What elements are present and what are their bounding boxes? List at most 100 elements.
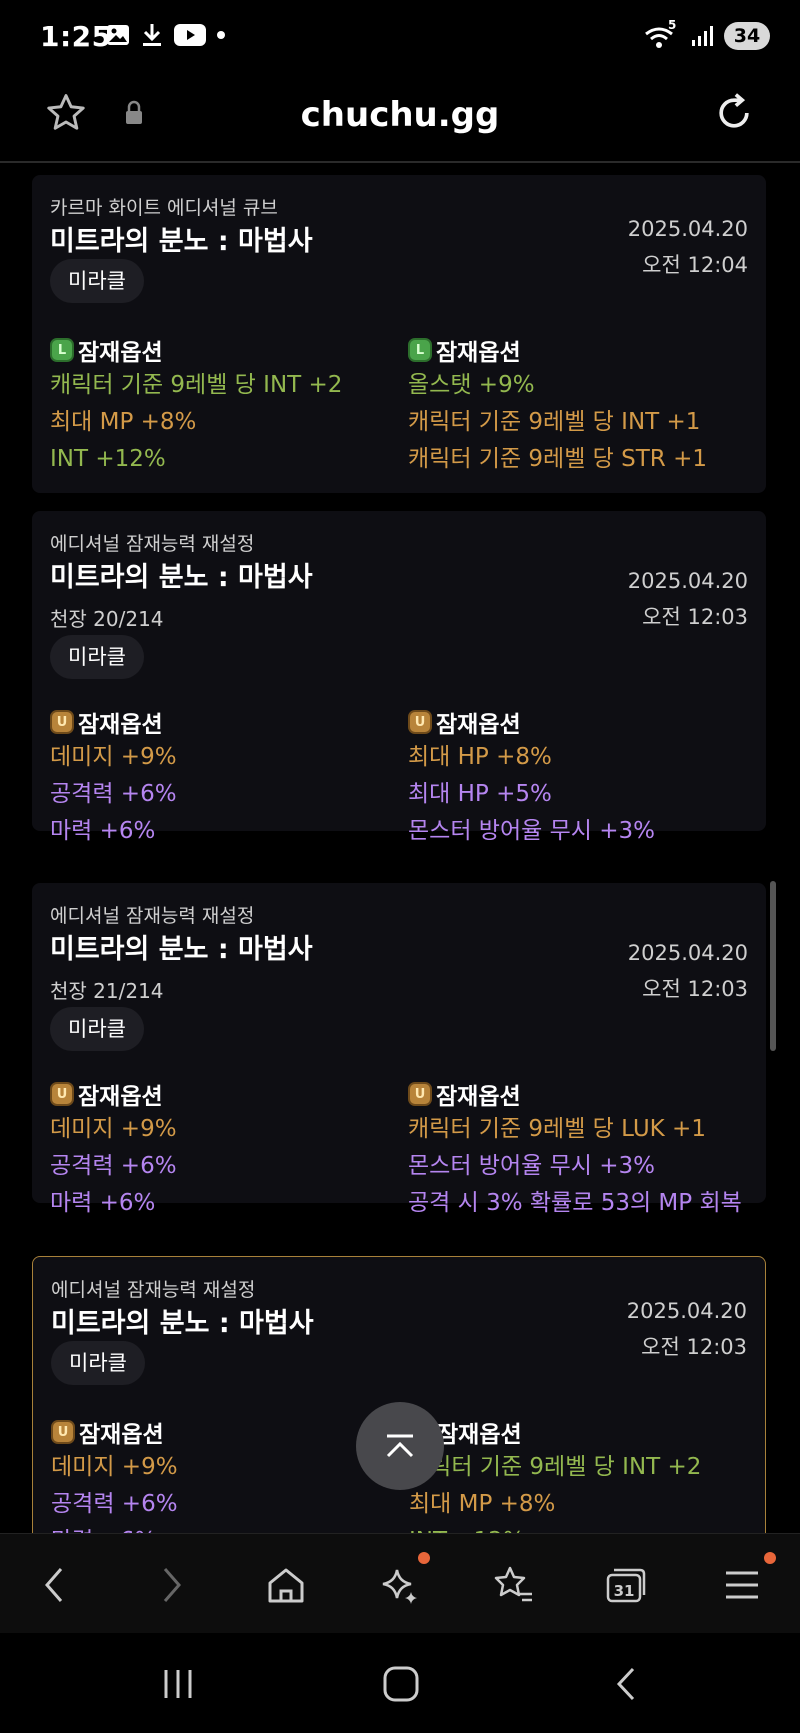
notification-dot (418, 1552, 430, 1564)
more-notifications-dot-icon (217, 31, 225, 39)
back-arrow-icon (616, 1667, 635, 1701)
option-line: 공격력 +6% (50, 781, 177, 807)
option-line: 캐릭터 기준 9레벨 당 LUK +1 (408, 1116, 706, 1142)
option-line: 몬스터 방어율 무시 +3% (408, 1153, 655, 1179)
chevron-left-icon (45, 1568, 63, 1602)
option-header: U잠재옵션 (408, 1077, 738, 1111)
grade-unique-icon: U (50, 1082, 74, 1106)
option-column-left: U잠재옵션 데미지 +9% 공격력 +6% 마력 +6% (50, 705, 380, 850)
card-time: 오전 12:03 (641, 1335, 747, 1359)
card-time: 오전 12:03 (642, 977, 748, 1001)
scroll-to-top-button[interactable] (356, 1402, 444, 1490)
card-datetime: 2025.04.20 오전 12:03 (628, 563, 748, 635)
option-column-left: L 잠재옵션 캐릭터 기준 9레벨 당 INT +2 최대 MP +8% INT … (50, 333, 380, 478)
card-pity: 천장 21/214 (50, 979, 164, 1003)
card-category: 에디셔널 잠재능력 재설정 (51, 1279, 256, 1301)
card-date: 2025.04.20 (627, 941, 748, 965)
option-line: 공격력 +6% (50, 1153, 177, 1179)
option-line: 최대 MP +8% (50, 409, 197, 435)
grade-unique-icon: U (51, 1420, 75, 1444)
option-line: INT +12% (409, 1523, 739, 1533)
assistant-button[interactable] (370, 1552, 430, 1612)
recent-apps-button[interactable] (148, 1659, 208, 1709)
scrollbar[interactable] (770, 881, 776, 1051)
option-line: 올스탯 +9% (408, 372, 535, 398)
card-badge: 미라클 (50, 635, 144, 679)
option-column-right: U잠재옵션 캐릭터 기준 9레벨 당 INT +2 최대 MP +8% INT … (409, 1415, 739, 1533)
chevron-right-icon (163, 1568, 181, 1602)
history-card[interactable]: 카르마 화이트 에디셔널 큐브 미트라의 분노 : 마법사 2025.04.20… (32, 175, 766, 493)
option-column-right: L 잠재옵션 올스탯 +9% 캐릭터 기준 9레벨 당 INT +1 캐릭터 기준… (408, 333, 738, 478)
home-system-button[interactable] (371, 1659, 431, 1709)
option-line: 마력 +6% (50, 818, 156, 844)
card-datetime: 2025.04.20 오전 12:03 (627, 1293, 747, 1365)
card-badge: 미라클 (50, 1007, 144, 1051)
option-column-right: U 잠재옵션 캐릭터 기준 9레벨 당 LUK +1 몬스터 방어율 무시 +3%… (408, 1077, 742, 1222)
card-badge: 미라클 (51, 1341, 145, 1385)
menu-button[interactable] (712, 1552, 776, 1612)
card-time: 오전 12:03 (642, 605, 748, 629)
status-bar: 1:25 5 34 (0, 0, 800, 75)
gallery-icon (107, 25, 129, 45)
option-line: 데미지 +9% (50, 1116, 177, 1142)
grade-legendary-icon: L (408, 338, 432, 362)
card-date: 2025.04.20 (626, 1299, 747, 1323)
card-datetime: 2025.04.20 오전 12:04 (628, 211, 748, 283)
option-line: 캐릭터 기준 9레벨 당 INT +2 (50, 372, 343, 398)
history-card[interactable]: 에디셔널 잠재능력 재설정 미트라의 분노 : 마법사 천장 21/214 20… (32, 883, 766, 1216)
card-time: 오전 12:04 (642, 253, 748, 277)
option-header: L 잠재옵션 (50, 333, 380, 367)
card-category: 에디셔널 잠재능력 재설정 (50, 905, 255, 927)
download-icon (143, 24, 161, 46)
wifi-icon: 5 (644, 18, 680, 50)
system-back-button[interactable] (596, 1659, 656, 1709)
reload-button[interactable] (712, 91, 756, 139)
browser-toolbar: chuchu.gg (0, 75, 800, 163)
card-item-name: 미트라의 분노 : 마법사 (50, 226, 313, 257)
grade-legendary-icon: L (50, 338, 74, 362)
option-line: 최대 MP +8% (409, 1491, 556, 1517)
history-card[interactable]: 에디셔널 잠재능력 재설정 미트라의 분노 : 마법사 천장 20/214 20… (32, 511, 766, 844)
option-line: 데미지 +9% (51, 1454, 178, 1480)
status-time: 1:25 (40, 20, 112, 53)
tabs-button[interactable]: 31 (596, 1558, 656, 1612)
option-line: 마력 +6% (50, 1190, 156, 1216)
battery-indicator: 34 (724, 22, 770, 50)
home-button[interactable] (256, 1558, 316, 1612)
bookmarks-button[interactable] (484, 1558, 544, 1612)
card-item-name: 미트라의 분노 : 마법사 (50, 562, 313, 593)
card-item-name: 미트라의 분노 : 마법사 (50, 934, 313, 965)
option-header: L 잠재옵션 (408, 333, 738, 367)
forward-button[interactable] (142, 1558, 202, 1612)
option-column-right: U 잠재옵션 최대 HP +8% 최대 HP +5% 몬스터 방어율 무시 +3% (408, 705, 738, 850)
status-right: 5 34 (644, 18, 770, 50)
back-button[interactable] (24, 1558, 84, 1612)
signal-icon (692, 26, 713, 46)
option-line: 마력 +6% (51, 1523, 381, 1533)
card-datetime: 2025.04.20 오전 12:03 (628, 935, 748, 1007)
grade-unique-icon: U (408, 710, 432, 734)
option-line: 최대 HP +5% (408, 781, 552, 807)
history-card-highlighted[interactable]: 에디셔널 잠재능력 재설정 미트라의 분노 : 마법사 2025.04.20 오… (32, 1256, 766, 1533)
card-badge: 미라클 (50, 259, 144, 303)
card-pity: 천장 20/214 (50, 607, 164, 631)
option-line: 캐릭터 기준 9레벨 당 STR +1 (408, 446, 708, 472)
option-header: U잠재옵션 (51, 1415, 381, 1449)
tabs-icon: 31 (606, 1568, 646, 1603)
home-square-icon (383, 1666, 419, 1702)
wifi-badge: 5 (668, 18, 677, 32)
sparkle-icon (382, 1569, 417, 1604)
option-header: U잠재옵션 (50, 705, 380, 739)
hamburger-menu-icon (726, 1571, 758, 1599)
option-line: 몬스터 방어율 무시 +3% (408, 818, 655, 844)
grade-unique-icon: U (408, 1082, 432, 1106)
home-icon (268, 1568, 304, 1603)
reload-icon (719, 93, 749, 128)
url-text[interactable]: chuchu.gg (0, 95, 800, 135)
youtube-icon (174, 24, 206, 46)
recent-apps-icon (164, 1670, 192, 1698)
option-line: 최대 HP +8% (408, 744, 552, 770)
card-category: 에디셔널 잠재능력 재설정 (50, 533, 255, 555)
option-line: 캐릭터 기준 9레벨 당 INT +2 (409, 1454, 702, 1480)
card-category: 카르마 화이트 에디셔널 큐브 (50, 197, 278, 219)
